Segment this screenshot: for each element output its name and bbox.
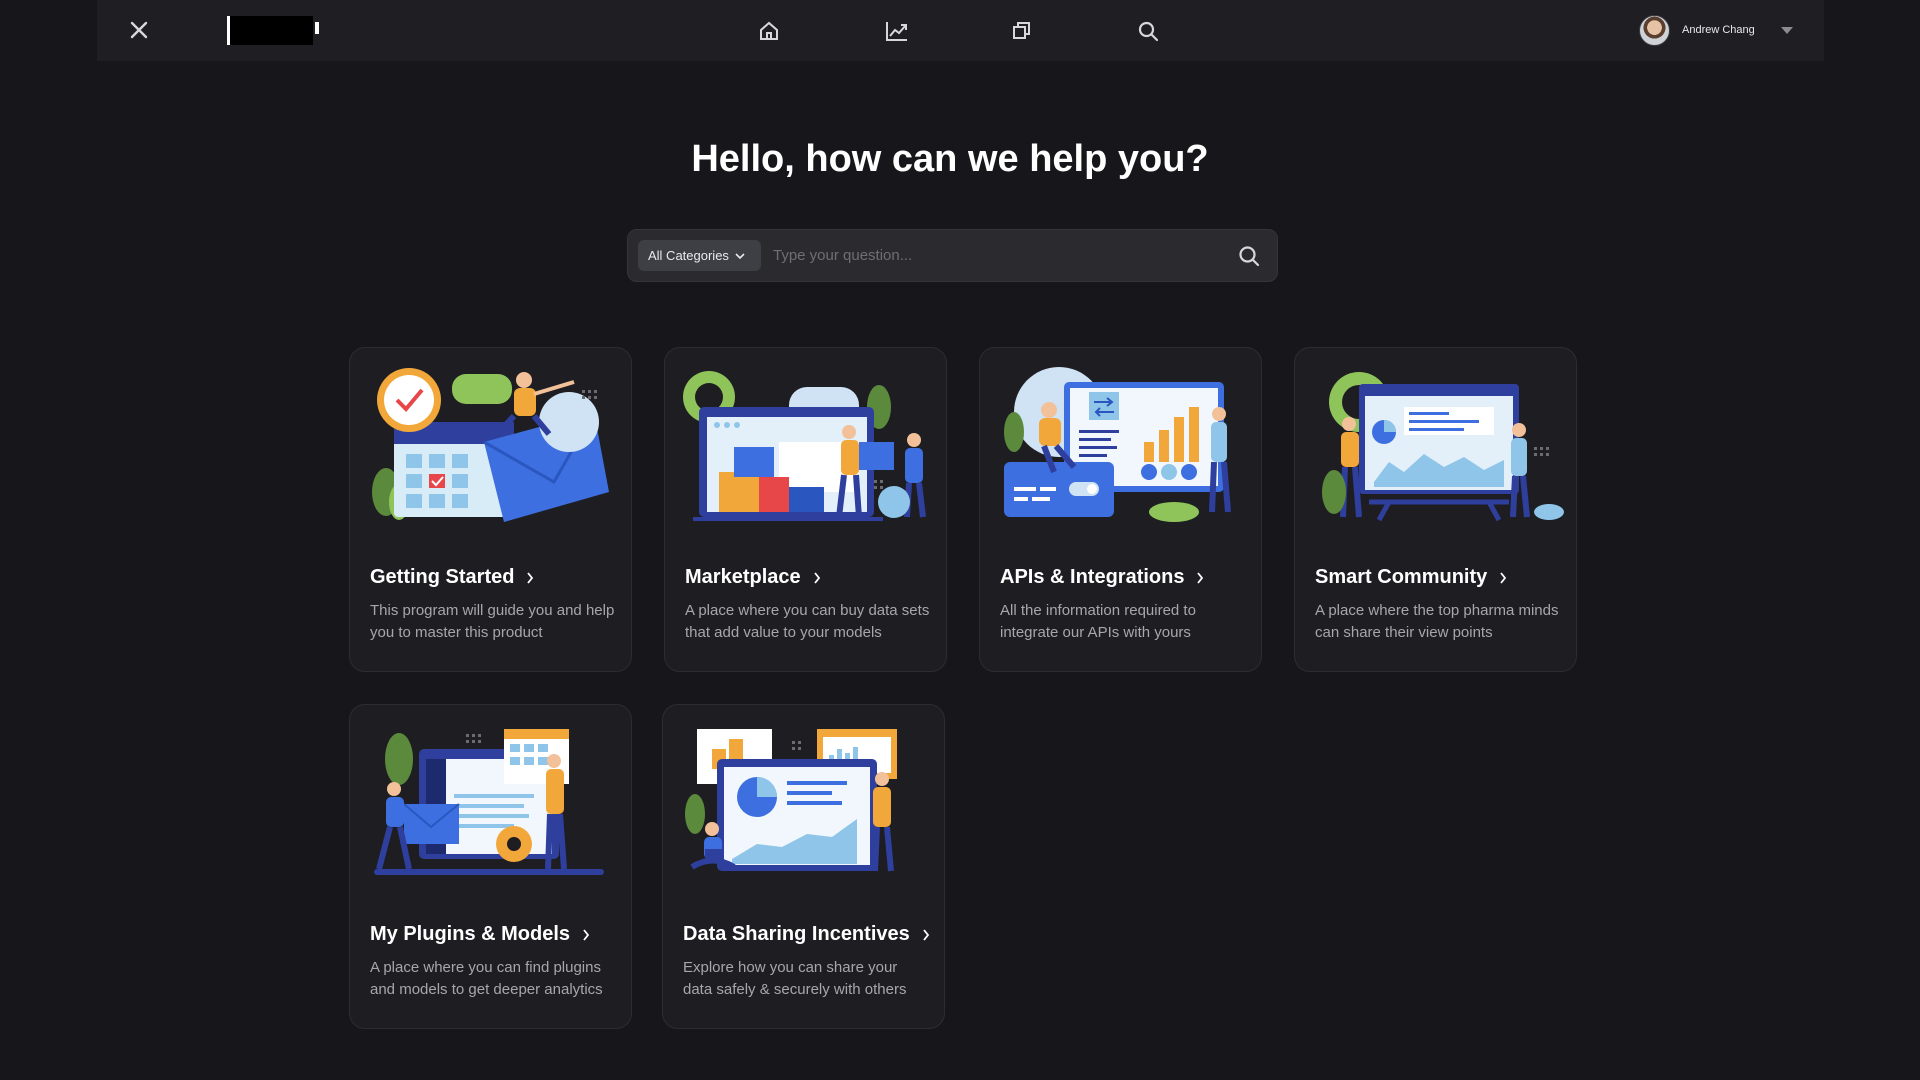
card-description: A place where the top pharma minds can s… (1315, 602, 1559, 641)
user-name: Andrew Chang (1682, 24, 1755, 36)
chevron-right-icon (1500, 571, 1507, 584)
plugins-models-illustration (374, 729, 604, 875)
card-title-text: My Plugins & Models (370, 923, 571, 945)
page-title: Hello, how can we help you? (691, 138, 1209, 180)
category-select-label: All Categories (648, 248, 729, 263)
home-icon (760, 21, 778, 40)
category-select[interactable]: All Categories (638, 240, 761, 271)
card-title-text: Getting Started (370, 566, 515, 588)
apis-integrations-illustration (1004, 367, 1231, 522)
user-menu[interactable]: Andrew Chang (1639, 14, 1793, 46)
card-description: A place where you can find plugins and m… (370, 959, 603, 998)
getting-started-illustration (372, 368, 609, 522)
chevron-right-icon (1197, 571, 1204, 584)
home-button[interactable] (754, 16, 784, 46)
analytics-button[interactable] (882, 16, 912, 46)
card-title[interactable]: Getting Started (370, 566, 534, 589)
search-icon (1239, 246, 1260, 267)
top-navigation-bar: Andrew Chang (97, 0, 1824, 61)
card-description: All the information required to integrat… (1000, 602, 1196, 641)
smart-community-illustration (1322, 372, 1564, 522)
avatar (1639, 14, 1670, 46)
global-search-button[interactable] (1133, 16, 1163, 46)
search-input[interactable] (773, 240, 1213, 271)
logo[interactable] (227, 16, 319, 45)
card-title-text: APIs & Integrations (1000, 566, 1185, 588)
card-description: A place where you can buy data sets that… (685, 602, 930, 641)
card-data-sharing-incentives[interactable]: Data Sharing Incentives Explore how you … (662, 704, 945, 1029)
card-getting-started[interactable]: Getting Started This program will guide … (349, 347, 632, 672)
chart-icon (886, 22, 907, 41)
card-marketplace[interactable]: Marketplace A place where you can buy da… (664, 347, 947, 672)
card-title[interactable]: Smart Community (1315, 566, 1507, 589)
card-title-text: Smart Community (1315, 566, 1488, 588)
help-search-bar: All Categories (627, 229, 1278, 282)
search-icon (1138, 21, 1159, 42)
windows-button[interactable] (1007, 16, 1037, 46)
card-description: This program will guide you and help you… (370, 602, 615, 641)
card-apis-integrations[interactable]: APIs & Integrations All the information … (979, 347, 1262, 672)
copy-icon (1013, 22, 1030, 39)
data-sharing-illustration (685, 729, 897, 872)
chevron-down-icon (1780, 26, 1793, 34)
card-title-text: Data Sharing Incentives (683, 923, 910, 945)
chevron-down-icon (735, 252, 745, 259)
card-title[interactable]: Data Sharing Incentives (683, 923, 930, 946)
card-title[interactable]: Marketplace (685, 566, 821, 589)
close-button[interactable] (125, 16, 153, 44)
chevron-right-icon (583, 928, 590, 941)
card-description: Explore how you can share your data safe… (683, 959, 907, 998)
card-title[interactable]: APIs & Integrations (1000, 566, 1204, 589)
chevron-right-icon (923, 928, 929, 941)
search-submit-button[interactable] (1235, 242, 1263, 270)
card-title[interactable]: My Plugins & Models (370, 923, 590, 946)
marketplace-illustration (683, 371, 926, 521)
chevron-right-icon (527, 571, 534, 584)
close-icon (130, 21, 148, 39)
card-smart-community[interactable]: Smart Community A place where the top ph… (1294, 347, 1577, 672)
card-title-text: Marketplace (685, 566, 801, 588)
card-my-plugins-models[interactable]: My Plugins & Models A place where you ca… (349, 704, 632, 1029)
chevron-right-icon (813, 571, 820, 584)
